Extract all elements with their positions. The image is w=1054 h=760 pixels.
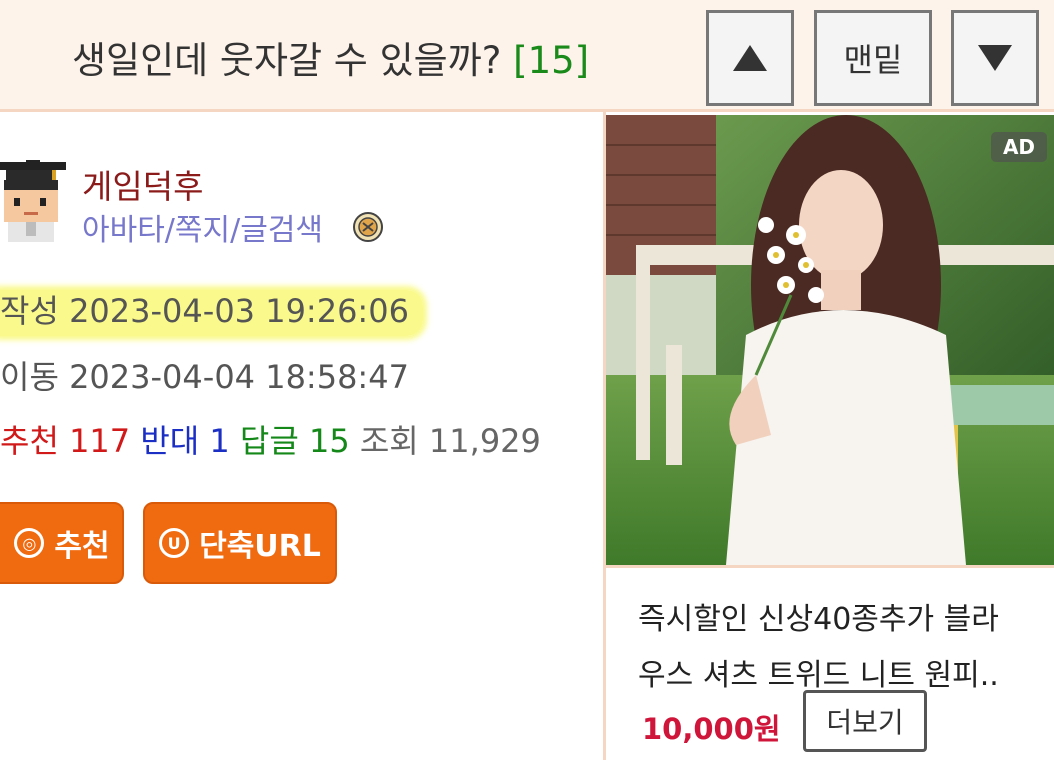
ad-tag-badge: AD	[991, 132, 1047, 162]
reply-count[interactable]: [15]	[513, 39, 589, 82]
triangle-up-icon	[733, 45, 767, 71]
author-nickname[interactable]: 게임덕후	[82, 160, 203, 208]
moved-label: 이동	[0, 358, 59, 396]
reply-label: 답글	[239, 422, 299, 460]
views-label: 조회	[359, 422, 419, 460]
topic-header-bar: 생일인데 웃자갈 수 있을까? [15] 맨밑	[0, 0, 1054, 112]
moved-date-row: 이동 2023-04-04 18:58:47	[0, 352, 409, 398]
ad-more-button[interactable]: 더보기	[803, 690, 927, 752]
ad-product-image[interactable]	[606, 115, 1054, 565]
short-url-button[interactable]: U 단축URL	[143, 502, 337, 584]
post-title: 생일인데 웃자갈 수 있을까? [15]	[72, 30, 589, 84]
post-stats-row: 추천 117 반대 1 답글 15 조회 11,929	[0, 416, 541, 462]
scroll-up-button[interactable]	[706, 10, 794, 106]
views-count: 11,929	[428, 422, 541, 460]
ad-price: 10,000원	[642, 712, 781, 746]
short-url-icon: U	[159, 528, 190, 558]
ad-title[interactable]: 즉시할인 신상40종추가 블라 우스 셔츠 트위드 니트 원피..	[638, 592, 1038, 704]
created-value: 2023-04-03 19:26:06	[69, 292, 409, 330]
oppose-label: 반대	[140, 422, 200, 460]
recommend-button[interactable]: ◎ 추천	[0, 502, 124, 584]
author-links[interactable]: 아바타/쪽지/글검색	[82, 205, 323, 249]
ad-divider	[606, 565, 1054, 568]
recommend-label: 추천	[0, 422, 59, 460]
created-label: 작성	[0, 292, 59, 330]
recommend-count: 117	[69, 422, 131, 460]
oppose-count: 1	[209, 422, 230, 460]
scroll-down-button[interactable]	[951, 10, 1039, 106]
moved-value: 2023-04-04 18:58:47	[69, 358, 409, 396]
seal-badge-icon	[353, 212, 383, 242]
ad-title-line-1: 즉시할인 신상40종추가 블라	[638, 602, 999, 637]
recommend-button-label: 추천	[54, 529, 110, 564]
ad-panel: AD 즉시할인 신상40종추가 블라 우스 셔츠 트위드 니트 원피.. 10,…	[603, 112, 1054, 760]
recommend-icon: ◎	[14, 528, 45, 558]
created-date-row: 작성 2023-04-03 19:26:06	[0, 286, 423, 336]
go-bottom-button[interactable]: 맨밑	[814, 10, 932, 106]
reply-count-stat: 15	[308, 422, 350, 460]
triangle-down-icon	[978, 45, 1012, 71]
short-url-button-label: 단축URL	[199, 529, 321, 564]
post-title-text: 생일인데 웃자갈 수 있을까?	[72, 39, 502, 82]
avatar[interactable]	[0, 160, 66, 242]
